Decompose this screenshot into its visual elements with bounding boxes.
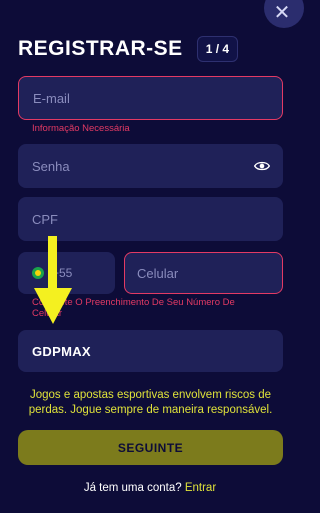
email-placeholder: E-mail (33, 90, 70, 106)
eye-icon[interactable] (253, 158, 271, 179)
cpf-field[interactable]: CPF (18, 197, 283, 241)
login-prompt: Já tem uma conta? Entrar (0, 482, 300, 494)
email-field[interactable]: E-mail (18, 76, 283, 120)
header: REGISTRAR-SE 1 / 4 (18, 36, 282, 62)
promo-code-field[interactable]: GDPMAX (18, 330, 283, 372)
promo-code-value: GDPMAX (32, 343, 91, 359)
phone-placeholder: Celular (137, 265, 179, 281)
next-button[interactable]: SEGUINTE (18, 430, 283, 465)
page-title: REGISTRAR-SE (18, 37, 183, 60)
step-indicator: 1 / 4 (196, 36, 239, 62)
close-button[interactable]: ✕ (264, 0, 304, 28)
phone-field[interactable]: Celular (124, 252, 283, 294)
email-error-message: Informação Necessária (32, 123, 130, 134)
login-link[interactable]: Entrar (185, 482, 216, 494)
cpf-placeholder: CPF (32, 211, 58, 227)
yellow-arrow-down-icon (34, 236, 72, 324)
password-field[interactable]: Senha (18, 144, 283, 188)
responsible-gaming-notice: Jogos e apostas esportivas envolvem risc… (28, 389, 273, 416)
password-placeholder: Senha (32, 158, 70, 174)
login-prompt-text: Já tem uma conta? (83, 482, 182, 494)
close-icon: ✕ (273, 2, 291, 24)
